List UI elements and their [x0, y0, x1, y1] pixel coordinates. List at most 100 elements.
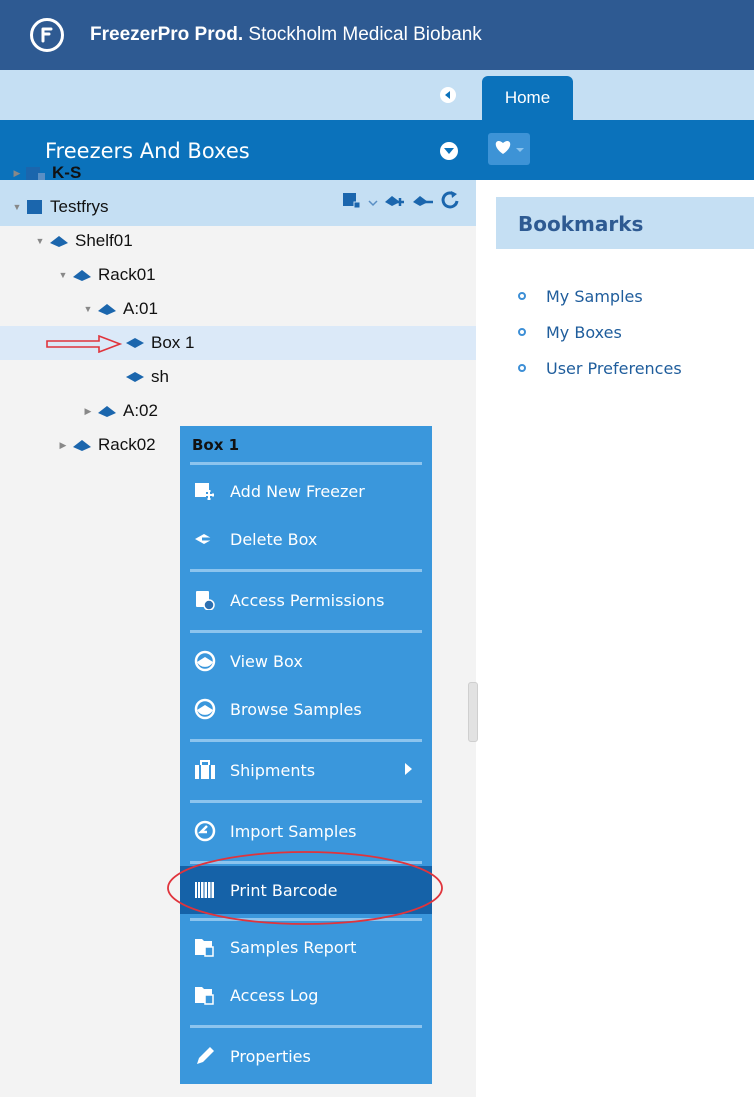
app-brand: FreezerPro Prod.	[90, 24, 244, 45]
expand-arrow-icon[interactable]: ▶	[12, 168, 22, 179]
tree-node-label: Shelf01	[75, 231, 133, 250]
menu-item-label: View Box	[230, 651, 303, 671]
red-arrow-annotation	[46, 335, 123, 353]
menu-item-label: Access Log	[230, 985, 319, 1005]
menu-item-label: Delete Box	[230, 529, 318, 549]
menu-divider	[190, 1025, 422, 1028]
menu-divider	[190, 462, 422, 465]
app-title: FreezerPro Prod. Stockholm Medical Bioba…	[90, 24, 482, 46]
menu-item-browse-samples[interactable]: Browse Samples	[180, 685, 432, 733]
menu-divider	[190, 800, 422, 803]
pencil-icon	[192, 1045, 218, 1067]
context-menu: Box 1 Add New Freezer Delete Box Access …	[180, 426, 432, 1084]
import-icon	[192, 820, 218, 842]
box-icon	[125, 336, 145, 350]
menu-item-samples-report[interactable]: Samples Report	[180, 923, 432, 971]
tree-node-k-s[interactable]: ▶ K-S	[0, 156, 476, 190]
tree-node-a01[interactable]: ▼ A:01	[0, 292, 476, 326]
freezer-icon	[26, 165, 46, 181]
tab-bar: Home	[476, 70, 754, 120]
panel-splitter[interactable]	[468, 682, 478, 742]
rack-icon	[97, 302, 117, 316]
collapse-arrow-icon[interactable]: ▼	[35, 236, 45, 246]
tab-home[interactable]: Home	[482, 76, 573, 120]
menu-item-properties[interactable]: Properties	[180, 1032, 432, 1080]
rack-icon	[72, 438, 92, 452]
collapse-bar	[0, 70, 476, 120]
tree-node-a02[interactable]: ▶ A:02	[0, 394, 476, 428]
bookmark-label[interactable]: My Boxes	[546, 323, 622, 342]
report-icon	[192, 936, 218, 958]
menu-item-print-barcode[interactable]: Print Barcode	[180, 866, 432, 914]
tree-node-testfrys[interactable]: ▼ Testfrys	[0, 190, 476, 224]
home-toolbar	[476, 120, 754, 180]
chevron-down-icon	[516, 140, 524, 158]
bullet-icon	[518, 364, 526, 372]
bookmark-label[interactable]: User Preferences	[546, 359, 682, 378]
collapse-arrow-icon[interactable]: ▼	[83, 304, 93, 314]
expand-arrow-icon[interactable]: ▶	[83, 406, 93, 417]
menu-divider	[190, 739, 422, 742]
submenu-arrow-icon	[405, 763, 412, 775]
heart-icon	[494, 139, 512, 160]
menu-item-label: Shipments	[230, 760, 316, 780]
tree-node-label: Rack01	[98, 265, 156, 284]
menu-item-import-samples[interactable]: Import Samples	[180, 807, 432, 855]
add-freezer-icon	[192, 480, 218, 502]
shipments-icon	[192, 759, 218, 781]
menu-item-label: Print Barcode	[230, 880, 338, 900]
tree-node-sh[interactable]: sh	[0, 360, 476, 394]
tree-node-rack01[interactable]: ▼ Rack01	[0, 258, 476, 292]
freezer-tree: ▶ K-S ▼ Testfrys ▼ Shelf01 ▼ Rack01 ▼ A:…	[0, 156, 476, 462]
bookmark-my-samples[interactable]: My Samples	[518, 278, 682, 314]
delete-box-icon	[192, 528, 218, 550]
menu-item-view-box[interactable]: View Box	[180, 637, 432, 685]
menu-item-shipments[interactable]: Shipments	[180, 746, 432, 794]
bookmark-my-boxes[interactable]: My Boxes	[518, 314, 682, 350]
expand-arrow-icon[interactable]: ▶	[58, 440, 68, 451]
menu-divider	[190, 569, 422, 572]
menu-item-label: Properties	[230, 1046, 311, 1066]
tree-node-label: Rack02	[98, 435, 156, 454]
barcode-icon	[192, 879, 218, 901]
bookmark-label[interactable]: My Samples	[546, 287, 643, 306]
context-menu-title: Box 1	[192, 436, 240, 454]
favorites-button[interactable]	[488, 133, 530, 165]
shelf-icon	[49, 234, 69, 248]
rack-icon	[72, 268, 92, 282]
app-header: FreezerPro Prod. Stockholm Medical Bioba…	[0, 0, 754, 70]
menu-item-delete-box[interactable]: Delete Box	[180, 515, 432, 563]
menu-item-label: Import Samples	[230, 821, 357, 841]
browse-samples-icon	[192, 698, 218, 720]
menu-item-label: Add New Freezer	[230, 481, 365, 501]
menu-item-label: Browse Samples	[230, 699, 362, 719]
tree-node-label: Box 1	[151, 333, 195, 352]
tree-node-label: sh	[151, 367, 169, 386]
tree-node-label: A:01	[123, 299, 158, 318]
menu-item-access-permissions[interactable]: Access Permissions	[180, 576, 432, 624]
menu-item-add-new-freezer[interactable]: Add New Freezer	[180, 467, 432, 515]
menu-divider	[190, 630, 422, 633]
menu-item-label: Samples Report	[230, 937, 357, 957]
tree-node-label: Testfrys	[50, 197, 109, 216]
freezerpro-logo-icon	[30, 18, 64, 52]
bullet-icon	[518, 292, 526, 300]
bookmarks-header: Bookmarks	[496, 197, 754, 249]
menu-item-access-log[interactable]: Access Log	[180, 971, 432, 1019]
app-subtitle: Stockholm Medical Biobank	[248, 24, 482, 45]
collapse-panel-icon[interactable]	[440, 87, 456, 103]
tree-node-box-1[interactable]: Box 1	[0, 326, 476, 360]
menu-divider	[190, 861, 422, 864]
rack-icon	[97, 404, 117, 418]
tree-node-shelf01[interactable]: ▼ Shelf01	[0, 224, 476, 258]
tree-node-label: K-S	[52, 163, 82, 182]
view-box-icon	[192, 650, 218, 672]
collapse-arrow-icon[interactable]: ▼	[58, 270, 68, 280]
bookmark-user-preferences[interactable]: User Preferences	[518, 350, 682, 386]
collapse-arrow-icon[interactable]: ▼	[12, 202, 22, 212]
box-icon	[125, 370, 145, 384]
tree-node-label: A:02	[123, 401, 158, 420]
bullet-icon	[518, 328, 526, 336]
freezer-icon	[26, 199, 44, 215]
bookmarks-title: Bookmarks	[518, 212, 644, 236]
